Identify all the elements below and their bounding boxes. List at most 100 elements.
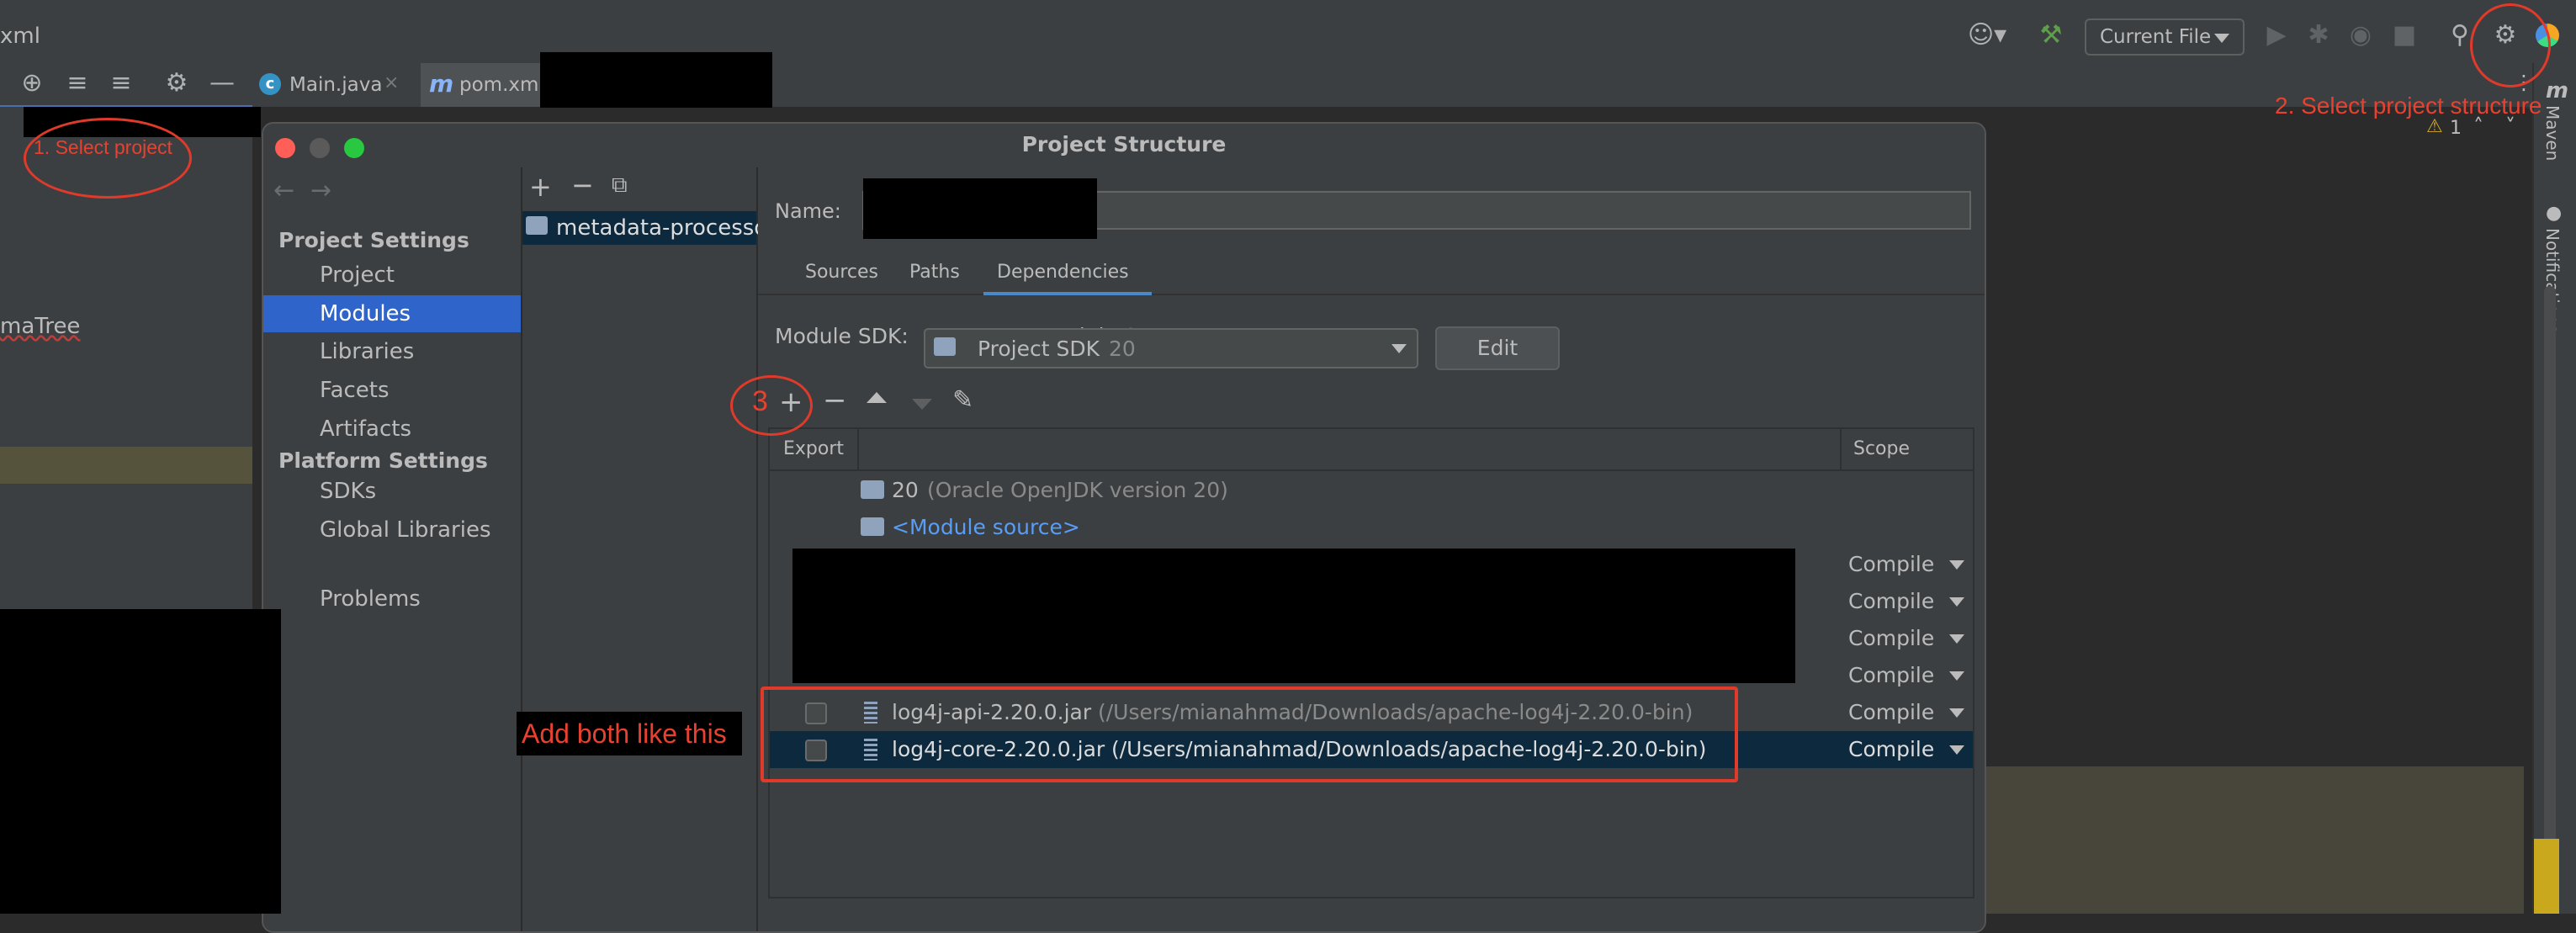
add-module-icon[interactable]: +: [529, 171, 552, 203]
chevron-down-icon: [1949, 671, 1964, 681]
nav-item-project[interactable]: Project: [263, 257, 521, 294]
nav-item-global-libraries[interactable]: Global Libraries: [263, 512, 521, 549]
name-label: Name:: [775, 199, 841, 223]
scrollbar[interactable]: [2544, 286, 2556, 914]
module-folder-icon: [526, 216, 548, 235]
module-name: metadata-processo: [556, 215, 768, 241]
redacted-region: [792, 549, 1795, 683]
warning-count: 1: [2450, 118, 2462, 139]
active-tab-indicator: [983, 292, 1152, 295]
hide-panel-icon[interactable]: —: [205, 66, 239, 100]
coverage-icon[interactable]: ◉: [2345, 19, 2376, 52]
edit-sdk-button[interactable]: Edit: [1435, 326, 1560, 370]
nav-item-libraries[interactable]: Libraries: [263, 333, 521, 370]
tab-paths[interactable]: Paths: [909, 262, 960, 283]
stop-icon[interactable]: ■: [2389, 19, 2420, 52]
nav-item-modules[interactable]: Modules: [263, 295, 521, 332]
close-icon[interactable]: ×: [384, 72, 399, 93]
nav-item-sdks[interactable]: SDKs: [263, 473, 521, 510]
sdk-entry-detail: (Oracle OpenJDK version 20): [927, 478, 1228, 502]
scope-value[interactable]: Compile: [1848, 731, 1934, 768]
annotation-step-1: 1. Select project: [34, 136, 172, 158]
module-source-folder-icon: [861, 517, 884, 536]
column-divider: [857, 429, 859, 469]
gear-icon[interactable]: ⚙: [160, 66, 193, 100]
sdk-folder-icon: [934, 337, 956, 356]
remove-dependency-icon[interactable]: −: [823, 384, 847, 417]
module-sdk-dropdown[interactable]: Project SDK 20: [924, 328, 1418, 368]
copy-module-icon[interactable]: ⧉: [612, 172, 628, 199]
scope-value[interactable]: Compile: [1848, 546, 1934, 583]
warning-marker: [2534, 839, 2559, 914]
annotation-step-2: 2. Select project structure: [2275, 93, 2542, 119]
build-hammer-icon[interactable]: ⚒: [2034, 19, 2068, 52]
maven-file-icon: m: [429, 70, 454, 98]
editor-tab-label: pom.xml: [459, 74, 544, 96]
scope-value[interactable]: Compile: [1848, 583, 1934, 620]
debug-icon[interactable]: ✱: [2303, 19, 2334, 52]
right-tool-strip: m Maven ● Notifications: [2532, 63, 2576, 914]
chevron-down-icon: [2214, 34, 2229, 43]
bell-icon[interactable]: ●: [2546, 203, 2562, 224]
chevron-down-icon: [1949, 708, 1964, 718]
move-down-icon[interactable]: [912, 399, 932, 410]
scope-value[interactable]: Compile: [1848, 657, 1934, 694]
run-configuration-label: Current File: [2100, 26, 2212, 48]
settings-navigation: ← → Project Settings Project Modules Lib…: [263, 167, 522, 931]
scope-value[interactable]: Compile: [1848, 620, 1934, 657]
project-tree-item[interactable]: maTree: [0, 314, 80, 339]
column-header-export: Export: [783, 438, 845, 459]
redacted-region: [863, 178, 1097, 239]
user-account-icon[interactable]: ☺▾: [1964, 19, 2011, 52]
annotation-ring-add: [730, 375, 813, 436]
project-settings-header: Project Settings: [278, 228, 469, 252]
dialog-title: Project Structure: [1021, 132, 1227, 156]
redacted-region: [540, 52, 772, 108]
scope-value[interactable]: Compile: [1848, 694, 1934, 731]
annotation-ring-settings: [2470, 3, 2551, 87]
tab-divider: [758, 294, 1985, 295]
chevron-down-icon: [1949, 634, 1964, 644]
window-file-name: xml: [0, 24, 40, 49]
chevron-down-icon: [1949, 560, 1964, 570]
nav-item-artifacts[interactable]: Artifacts: [263, 411, 521, 448]
module-source-entry: <Module source>: [892, 515, 1080, 539]
column-header-scope: Scope: [1853, 438, 1911, 459]
maven-icon[interactable]: m: [2546, 78, 2568, 103]
module-sdk-value: Project SDK: [978, 337, 1100, 361]
table-row[interactable]: <Module source>: [770, 509, 1973, 546]
expand-all-icon[interactable]: ≡: [61, 66, 94, 100]
edit-pencil-icon[interactable]: ✎: [952, 385, 973, 415]
annotation-step-3: 3: [752, 385, 768, 417]
editor-tab-label: Main.java: [289, 74, 383, 96]
tab-sources[interactable]: Sources: [805, 262, 878, 283]
back-arrow-icon[interactable]: ←: [273, 176, 294, 205]
select-opened-file-icon[interactable]: ⊕: [15, 66, 49, 100]
ide-title-bar: xml ☺▾ ⚒ Current File ▶ ✱ ◉ ■ ⚲ ⚙: [0, 0, 2576, 63]
nav-item-facets[interactable]: Facets: [263, 372, 521, 409]
nav-item-problems[interactable]: Problems: [263, 580, 521, 618]
sdk-entry-name: 20: [892, 478, 919, 502]
editor-highlight-block: [1984, 766, 2524, 914]
run-configuration-dropdown[interactable]: Current File: [2085, 19, 2245, 56]
table-row[interactable]: 20 (Oracle OpenJDK version 20): [770, 472, 1973, 509]
module-list-item[interactable]: metadata-processo: [522, 211, 767, 245]
editor-tab-pom-xml[interactable]: m pom.xml: [421, 63, 544, 107]
maven-tool-label[interactable]: Maven: [2542, 105, 2563, 161]
sdk-folder-icon: [861, 480, 884, 499]
annotation-label-background: Add both like this: [517, 712, 742, 755]
column-divider: [1840, 429, 1842, 469]
tool-window-header: ⊕ ≡ ≡ ⚙ — c Main.java × m pom.xml: [0, 63, 2576, 109]
forward-arrow-icon[interactable]: →: [310, 176, 331, 205]
remove-module-icon[interactable]: −: [571, 169, 594, 201]
run-icon[interactable]: ▶: [2261, 19, 2292, 52]
chevron-down-icon: [1949, 745, 1964, 755]
move-up-icon[interactable]: [867, 392, 887, 403]
editor-tab-main-java[interactable]: c Main.java ×: [252, 63, 421, 107]
annotation-box-dependencies: [761, 686, 1738, 782]
chevron-down-icon: [1391, 344, 1407, 353]
tab-dependencies[interactable]: Dependencies: [997, 262, 1129, 283]
module-sdk-version: 20: [1109, 337, 1136, 361]
redacted-region: [0, 609, 281, 914]
collapse-all-icon[interactable]: ≡: [104, 66, 138, 100]
